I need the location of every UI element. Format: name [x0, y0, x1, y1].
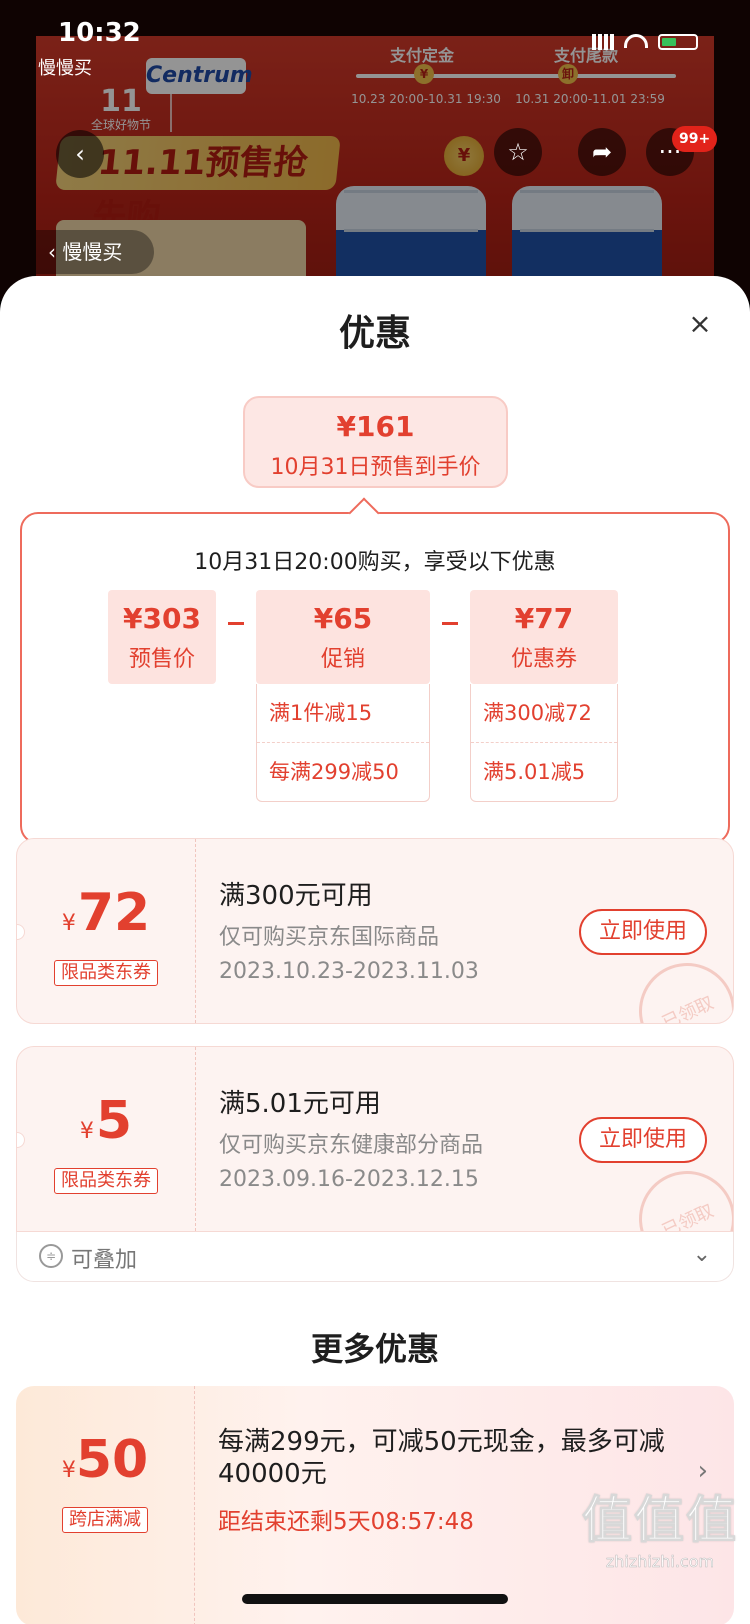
discount-countdown: 距结束还剩5天08:57:48 [218, 1509, 474, 1535]
coupon-amount: ¥72 [61, 883, 151, 943]
coupon-box: ¥77 优惠券 [470, 590, 618, 684]
back-icon[interactable]: ‹ [56, 130, 104, 178]
claimed-stamp: 已领取 [623, 947, 733, 1023]
status-icons [592, 30, 702, 54]
product-banner: 11 全球好物节 Centrum 支付定金 10.23 20:00-10.31 … [0, 0, 750, 300]
close-icon[interactable]: × [688, 310, 712, 338]
coupon-card: ¥72 限品类东券 满300元可用 仅可购买京东国际商品 2023.10.23-… [16, 838, 734, 1024]
minus-sign [442, 622, 458, 625]
discount-amount: ¥50 [61, 1430, 149, 1490]
coupon-rule: 满5.01减5 [471, 742, 617, 800]
status-time: 10:32 [58, 18, 141, 48]
coupon-rule: 满300减72 [483, 701, 592, 725]
coupon-detail: 满300减72 满5.01减5 [470, 684, 618, 802]
share-icon[interactable]: ➦ [578, 128, 626, 176]
promo-rule: 每满299减50 [257, 742, 429, 800]
discount-divider [194, 1386, 195, 1624]
more-discounts-title: 更多优惠 [310, 1330, 439, 1368]
coupon-title: 满5.01元可用 [219, 1089, 381, 1119]
discount-sheet: 优惠 × ¥161 10月31日预售到手价 10月31日20:00购买，享受以下… [0, 276, 750, 1624]
signal-icon [592, 34, 614, 50]
minus-sign [228, 622, 244, 625]
coupon-amount-area: ¥72 限品类东券 [17, 839, 195, 1023]
coupon-scope: 仅可购买京东健康部分商品 [219, 1133, 484, 1158]
coupon-amount-area: ¥5 限品类东券 [17, 1047, 195, 1231]
favorite-icon[interactable]: ☆ [494, 128, 542, 176]
site-watermark: 值值值 zhizhizhi.com [582, 1491, 738, 1572]
final-price-label: 10月31日预售到手价 [270, 455, 481, 480]
coupon-type-tag: 限品类东券 [54, 960, 158, 986]
discount-type-tag: 跨店满减 [62, 1507, 148, 1533]
use-now-button[interactable]: 立即使用 [579, 1117, 707, 1163]
discount-amount-area: ¥50 跨店满减 [16, 1386, 194, 1624]
final-price-box: ¥161 10月31日预售到手价 [243, 396, 508, 488]
coupon-amount: ¥5 [79, 1091, 133, 1151]
coupon-validity: 2023.10.23-2023.11.03 [219, 959, 479, 984]
price-breakdown: 10月31日20:00购买，享受以下优惠 ¥303 预售价 ¥65 促销 满1件… [20, 512, 730, 844]
promo-rule: 满1件减15 [269, 701, 373, 725]
stackable-label: 可叠加 [71, 1248, 138, 1273]
back-app-label[interactable]: 慢慢买 [38, 54, 92, 80]
chevron-left-icon: ‹ [48, 240, 63, 264]
chevron-down-icon: ⌄ [692, 1242, 711, 1267]
stack-icon: ≑ [39, 1244, 63, 1268]
coupon-card: ¥5 限品类东券 满5.01元可用 仅可购买京东健康部分商品 2023.09.1… [16, 1046, 734, 1232]
claimed-stamp: 已领取 [623, 1155, 733, 1231]
back-pill[interactable]: ‹ 慢慢买 [36, 230, 154, 274]
breakdown-heading: 10月31日20:00购买，享受以下优惠 [194, 550, 556, 575]
promo-box: ¥65 促销 [256, 590, 430, 684]
coupon-scope: 仅可购买京东国际商品 [219, 925, 440, 950]
battery-icon [658, 34, 698, 50]
home-indicator[interactable] [242, 1594, 508, 1604]
coupon-type-tag: 限品类东券 [54, 1168, 158, 1194]
coupon-divider [195, 1047, 196, 1231]
use-now-button[interactable]: 立即使用 [579, 909, 707, 955]
coupon-validity: 2023.09.16-2023.12.15 [219, 1167, 479, 1192]
final-price-value: ¥161 [336, 410, 415, 443]
coupon-title: 满300元可用 [219, 881, 373, 911]
sheet-title: 优惠 [338, 313, 411, 354]
presale-price-box: ¥303 预售价 [108, 590, 216, 684]
stackable-toggle[interactable]: ≑ 可叠加 ⌄ [16, 1232, 734, 1282]
coupon-divider [195, 839, 196, 1023]
notification-badge: 99+ [672, 126, 718, 152]
wifi-icon [624, 34, 648, 48]
promo-detail: 满1件减15 每满299减50 [256, 684, 430, 802]
